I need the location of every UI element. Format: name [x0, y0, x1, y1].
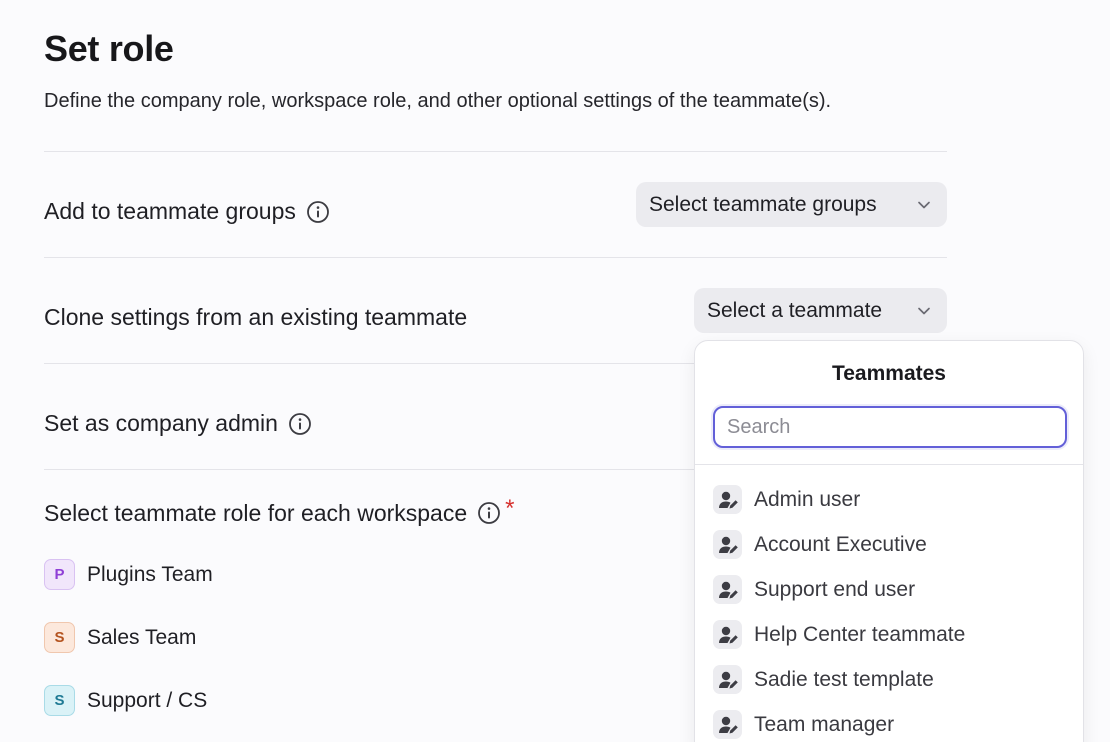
divider [44, 363, 694, 364]
select-teammate-groups-button[interactable]: Select teammate groups [636, 182, 947, 227]
required-mark: * [505, 495, 515, 522]
dropdown-divider [695, 464, 1083, 465]
workspace-name: Plugins Team [87, 562, 213, 586]
info-icon[interactable] [288, 412, 312, 436]
search-input[interactable] [713, 406, 1067, 448]
workspace-name: Sales Team [87, 625, 197, 649]
dropdown-item[interactable]: Help Center teammate [713, 620, 965, 649]
dropdown-item[interactable]: Support end user [713, 575, 915, 604]
dropdown-item[interactable]: Team manager [713, 710, 894, 739]
dropdown-item[interactable]: Sadie test template [713, 665, 934, 694]
page-title: Set role [44, 28, 174, 69]
user-icon [713, 530, 742, 559]
dropdown-item[interactable]: Admin user [713, 485, 860, 514]
user-icon [713, 575, 742, 604]
divider [44, 469, 694, 470]
teammate-groups-label: Add to teammate groups [44, 198, 330, 225]
workspace-item: P Plugins Team [44, 559, 213, 590]
company-admin-label: Set as company admin [44, 410, 312, 437]
dropdown-item[interactable]: Account Executive [713, 530, 927, 559]
dropdown-item-label: Sadie test template [754, 667, 934, 691]
clone-settings-label-text: Clone settings from an existing teammate [44, 304, 468, 330]
clone-settings-label: Clone settings from an existing teammate [44, 304, 467, 331]
select-teammate-label: Select a teammate [707, 298, 883, 322]
dropdown-item-label: Support end user [754, 577, 916, 601]
select-teammate-groups-label: Select teammate groups [649, 192, 877, 216]
workspace-badge: S [44, 622, 75, 653]
teammate-groups-label-text: Add to teammate groups [44, 198, 296, 224]
user-icon [713, 710, 742, 739]
workspace-badge: P [44, 559, 75, 590]
company-admin-label-text: Set as company admin [44, 410, 278, 436]
workspace-item: S Support / CS [44, 685, 207, 716]
chevron-down-icon [915, 302, 933, 320]
user-icon [713, 620, 742, 649]
user-icon [713, 665, 742, 694]
info-icon[interactable] [306, 200, 330, 224]
info-icon[interactable] [477, 501, 501, 525]
set-role-page: Set role Define the company role, worksp… [0, 0, 1110, 742]
teammates-dropdown: Teammates Admin user Account Exe [694, 340, 1084, 742]
dropdown-item-label: Admin user [754, 487, 861, 511]
workspace-item: S Sales Team [44, 622, 196, 653]
user-icon [713, 485, 742, 514]
dropdown-item-label: Help Center teammate [754, 622, 966, 646]
workspace-role-label-text: Select teammate role for each workspace [44, 499, 468, 526]
dropdown-item-label: Team manager [754, 712, 895, 736]
select-teammate-button[interactable]: Select a teammate [694, 288, 947, 333]
chevron-down-icon [915, 196, 933, 214]
dropdown-item-label: Account Executive [754, 532, 927, 556]
workspace-name: Support / CS [87, 688, 208, 712]
dropdown-title: Teammates [831, 362, 946, 385]
divider [44, 151, 947, 152]
divider [44, 257, 947, 258]
workspace-badge: S [44, 685, 75, 716]
page-subtitle: Define the company role, workspace role,… [44, 90, 832, 112]
workspace-role-label: Select teammate role for each workspace … [44, 495, 515, 527]
